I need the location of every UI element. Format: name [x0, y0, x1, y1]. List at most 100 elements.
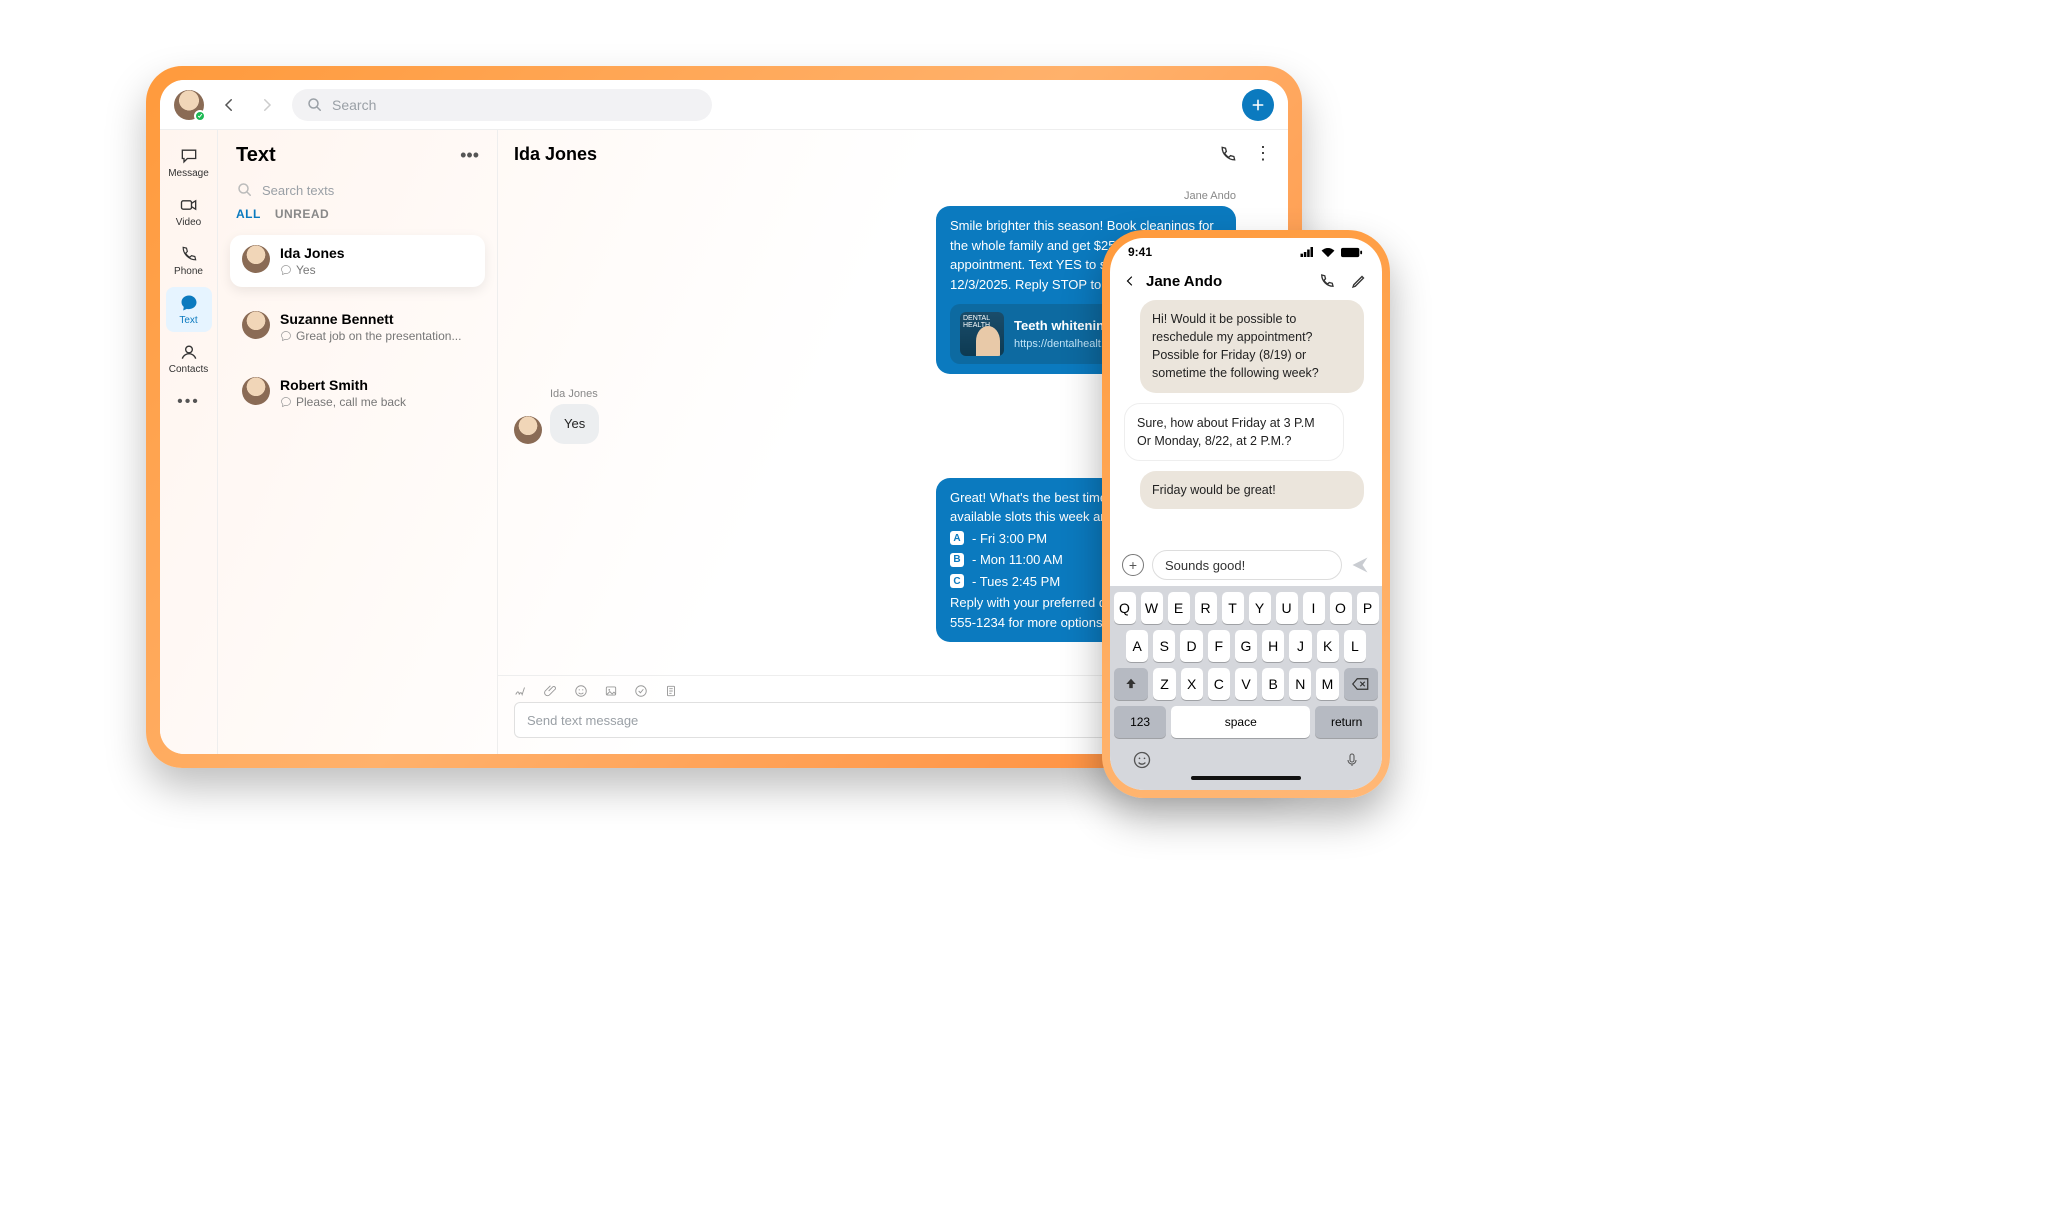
- letter-key[interactable]: C: [1208, 668, 1230, 700]
- letter-key[interactable]: Z: [1153, 668, 1175, 700]
- phone-screen: 9:41 Jane Ando Hi! Would it be possible …: [1110, 238, 1382, 790]
- letter-key[interactable]: A: [1126, 630, 1148, 662]
- phone-attach-button[interactable]: +: [1122, 554, 1144, 576]
- numbers-key[interactable]: 123: [1114, 706, 1166, 738]
- plus-icon: [1250, 97, 1266, 113]
- backspace-key[interactable]: [1344, 668, 1378, 700]
- letter-key[interactable]: U: [1276, 592, 1298, 624]
- space-key[interactable]: space: [1171, 706, 1310, 738]
- letter-key[interactable]: O: [1330, 592, 1352, 624]
- letter-key[interactable]: Q: [1114, 592, 1136, 624]
- chevron-left-icon: [1124, 272, 1136, 290]
- letter-key[interactable]: W: [1141, 592, 1163, 624]
- slot-option: - Fri 3:00 PM: [972, 529, 1047, 549]
- thread-preview: Please, call me back: [296, 395, 406, 409]
- phone-icon: [1318, 272, 1336, 290]
- backspace-icon: [1352, 677, 1370, 691]
- filter-all[interactable]: ALL: [236, 207, 261, 221]
- letter-key[interactable]: T: [1222, 592, 1244, 624]
- sender-label: Jane Ando: [1184, 190, 1236, 202]
- new-action-button[interactable]: [1242, 89, 1274, 121]
- rail-phone[interactable]: Phone: [166, 238, 212, 283]
- letter-key[interactable]: M: [1316, 668, 1338, 700]
- attach-button[interactable]: [544, 684, 558, 698]
- letter-key[interactable]: E: [1168, 592, 1190, 624]
- nav-rail: Message Video Phone: [160, 130, 218, 754]
- emoji-button[interactable]: [574, 684, 588, 698]
- return-key[interactable]: return: [1315, 706, 1378, 738]
- thread-preview: Yes: [296, 263, 316, 277]
- letter-key[interactable]: H: [1262, 630, 1284, 662]
- keyboard-mic-button[interactable]: [1344, 750, 1360, 770]
- shift-icon: [1124, 677, 1138, 691]
- phone-edit-button[interactable]: [1350, 272, 1368, 290]
- rail-text[interactable]: Text: [166, 287, 212, 332]
- phone-compose-input[interactable]: Sounds good!: [1152, 550, 1342, 580]
- thread-name: Robert Smith: [280, 377, 473, 393]
- sidebar-more-button[interactable]: •••: [460, 145, 479, 166]
- text-icon: [179, 293, 199, 313]
- home-indicator[interactable]: [1191, 776, 1301, 780]
- phone-icon: [1218, 144, 1238, 164]
- emoji-icon: [574, 684, 588, 698]
- paperclip-icon: [544, 684, 558, 698]
- thread-item[interactable]: Robert Smith Please, call me back: [230, 367, 485, 419]
- shift-key[interactable]: [1114, 668, 1148, 700]
- keyboard: QWERTYUIOP ASDFGHJKL ZXCVBNM 123 space r…: [1110, 586, 1382, 790]
- filter-unread[interactable]: UNREAD: [275, 207, 329, 221]
- signature-button[interactable]: [514, 684, 528, 698]
- note-button[interactable]: [664, 684, 678, 698]
- letter-key[interactable]: P: [1357, 592, 1379, 624]
- nav-forward-button[interactable]: [254, 92, 280, 118]
- letter-key[interactable]: K: [1317, 630, 1339, 662]
- call-button[interactable]: [1218, 144, 1238, 164]
- chat-bubble-icon: [280, 396, 292, 408]
- send-icon: [1350, 555, 1370, 575]
- phone-call-button[interactable]: [1318, 272, 1336, 290]
- profile-avatar[interactable]: [174, 90, 204, 120]
- letter-key[interactable]: V: [1235, 668, 1257, 700]
- letter-key[interactable]: G: [1235, 630, 1257, 662]
- slot-option: - Mon 11:00 AM: [972, 550, 1063, 570]
- letter-key[interactable]: I: [1303, 592, 1325, 624]
- letter-key[interactable]: N: [1289, 668, 1311, 700]
- nav-back-button[interactable]: [216, 92, 242, 118]
- rail-message[interactable]: Message: [166, 140, 212, 185]
- phone-message-out: Sure, how about Friday at 3 P.M Or Monda…: [1124, 403, 1344, 461]
- sidebar-search-placeholder: Search texts: [262, 183, 334, 198]
- thread-item[interactable]: Suzanne Bennett Great job on the present…: [230, 301, 485, 353]
- presence-badge: [194, 110, 206, 122]
- letter-key[interactable]: S: [1153, 630, 1175, 662]
- keyboard-emoji-button[interactable]: [1132, 750, 1152, 770]
- letter-key[interactable]: Y: [1249, 592, 1271, 624]
- search-icon: [236, 181, 254, 199]
- conversation-more-button[interactable]: ⋮: [1254, 144, 1272, 164]
- promo-url: https://dentalhealt...: [1014, 336, 1112, 353]
- status-time: 9:41: [1128, 245, 1152, 259]
- global-search-input[interactable]: Search: [292, 89, 712, 121]
- sidebar-search-input[interactable]: Search texts: [218, 171, 497, 203]
- letter-key[interactable]: J: [1289, 630, 1311, 662]
- check-circle-icon: [634, 684, 648, 698]
- phone-send-button[interactable]: [1350, 555, 1370, 575]
- letter-key[interactable]: L: [1344, 630, 1366, 662]
- message-icon: [179, 146, 199, 166]
- rail-contacts[interactable]: Contacts: [166, 336, 212, 381]
- thread-item[interactable]: Ida Jones Yes: [230, 235, 485, 287]
- image-icon: [604, 684, 618, 698]
- checkmark-button[interactable]: [634, 684, 648, 698]
- phone-message-in: Hi! Would it be possible to reschedule m…: [1140, 300, 1364, 393]
- letter-key[interactable]: X: [1181, 668, 1203, 700]
- image-button[interactable]: [604, 684, 618, 698]
- letter-key[interactable]: D: [1180, 630, 1202, 662]
- note-icon: [664, 684, 678, 698]
- conversation-title: Ida Jones: [514, 144, 597, 165]
- message-text: Yes: [564, 416, 585, 431]
- letter-key[interactable]: F: [1208, 630, 1230, 662]
- letter-key[interactable]: B: [1262, 668, 1284, 700]
- rail-more-button[interactable]: •••: [177, 393, 200, 411]
- rail-video[interactable]: Video: [166, 189, 212, 234]
- thread-avatar: [242, 377, 270, 405]
- letter-key[interactable]: R: [1195, 592, 1217, 624]
- phone-back-button[interactable]: [1124, 272, 1136, 290]
